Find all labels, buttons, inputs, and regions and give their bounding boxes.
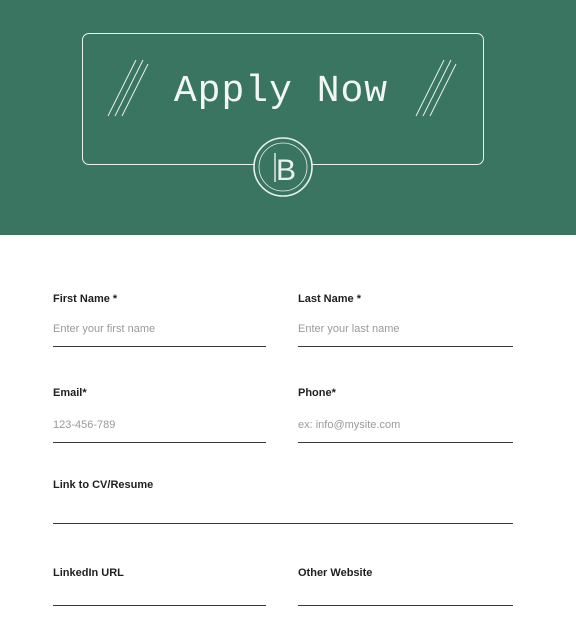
email-input[interactable] <box>53 416 266 443</box>
application-form: First Name * Last Name * Email* Phone* L… <box>0 235 576 627</box>
decorative-slashes-left-icon <box>107 59 149 117</box>
phone-input[interactable] <box>298 416 513 443</box>
decorative-slashes-right-icon <box>415 59 457 117</box>
email-label: Email* <box>53 387 87 399</box>
other-website-label: Other Website <box>298 567 373 579</box>
phone-label: Phone* <box>298 387 336 399</box>
page-title: Apply Now <box>173 70 389 113</box>
cv-link-input[interactable] <box>53 497 513 524</box>
brand-logo-icon: B <box>253 137 313 197</box>
first-name-input[interactable] <box>53 320 266 347</box>
cv-link-label: Link to CV/Resume <box>53 479 154 491</box>
hero-banner: Apply Now B <box>0 0 576 235</box>
other-website-input[interactable] <box>298 579 513 606</box>
logo-letter: B <box>276 154 296 187</box>
last-name-input[interactable] <box>298 320 513 347</box>
first-name-label: First Name * <box>53 293 118 305</box>
last-name-label: Last Name * <box>298 293 361 305</box>
linkedin-input[interactable] <box>53 579 266 606</box>
linkedin-label: LinkedIn URL <box>53 567 124 579</box>
